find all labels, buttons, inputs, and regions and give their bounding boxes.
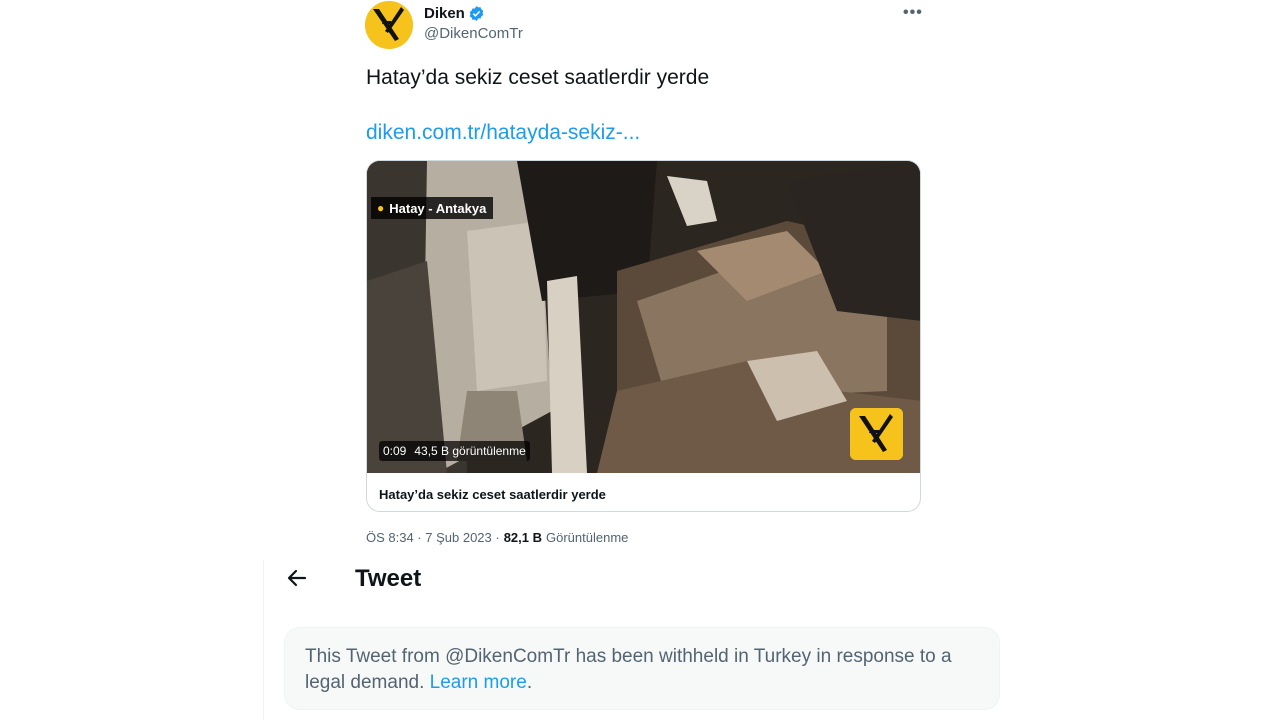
video-duration: 0:09 <box>383 444 407 458</box>
diken-watermark-logo <box>850 408 903 460</box>
video-views: 43,5 B görüntülenme <box>414 444 526 458</box>
views-count: 82,1 B <box>503 530 543 545</box>
tweet-link[interactable]: diken.com.tr/hatayda-sekiz-... <box>366 121 640 145</box>
withheld-trailing: . <box>526 672 533 693</box>
location-pin-icon: ● <box>377 201 385 215</box>
back-arrow-icon[interactable] <box>285 563 309 593</box>
author-name[interactable]: Diken <box>424 5 465 22</box>
tweet-text: Hatay’da sekiz ceset saatlerdir yerde <box>366 66 710 89</box>
media-card[interactable]: ● Hatay - Antakya 0:09 43,5 B görüntülen… <box>366 160 921 512</box>
location-text: Hatay - Antakya <box>389 200 487 216</box>
views-label: Görüntülenme <box>546 530 629 545</box>
tweet-meta: ÖS 8:34 · 7 Şub 2023 · 82,1 B Görüntülen… <box>366 530 628 545</box>
page-title: Tweet <box>355 565 422 592</box>
author-avatar[interactable] <box>365 1 413 49</box>
withheld-notice: This Tweet from @DikenComTr has been wit… <box>284 627 1000 710</box>
diken-logo-icon <box>365 1 413 49</box>
video-player[interactable]: ● Hatay - Antakya 0:09 43,5 B görüntülen… <box>367 161 920 473</box>
withheld-message: This Tweet from @DikenComTr has been wit… <box>305 646 952 693</box>
diken-logo-icon <box>850 408 903 460</box>
more-options-icon[interactable]: ••• <box>903 4 923 22</box>
author-handle[interactable]: @DikenComTr <box>424 25 523 42</box>
learn-more-link[interactable]: Learn more <box>430 672 527 693</box>
author-name-row[interactable]: Diken <box>424 5 485 22</box>
card-title[interactable]: Hatay’da sekiz ceset saatlerdir yerde <box>379 487 606 502</box>
video-meta-overlay: 0:09 43,5 B görüntülenme <box>379 441 530 461</box>
location-tag: ● Hatay - Antakya <box>371 197 494 219</box>
column-divider <box>263 560 264 720</box>
verified-badge-icon <box>469 6 484 21</box>
tweet-timestamp[interactable]: ÖS 8:34 · 7 Şub 2023 · <box>366 530 500 545</box>
